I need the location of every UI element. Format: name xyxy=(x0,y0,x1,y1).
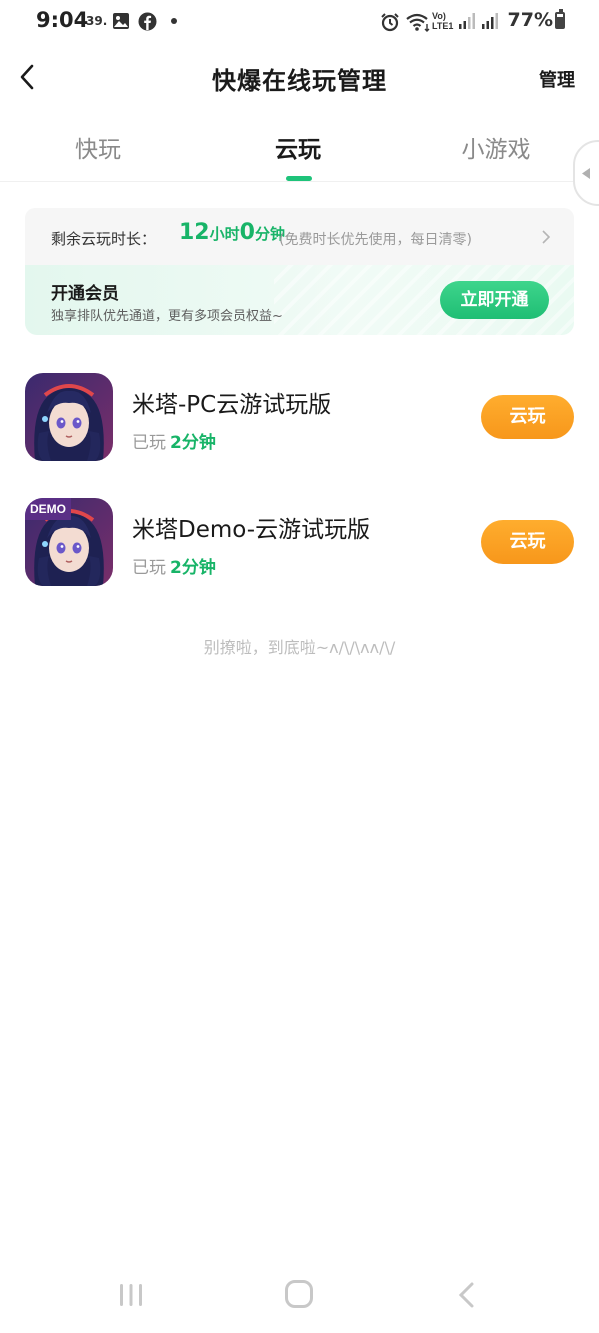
played-time: 已玩 2分钟 xyxy=(132,428,216,453)
active-tab-indicator xyxy=(286,176,312,181)
system-back-icon[interactable] xyxy=(456,1281,476,1309)
played-value: 2分钟 xyxy=(170,433,216,453)
wifi-icon xyxy=(406,13,430,32)
played-label: 已玩 xyxy=(132,558,166,578)
end-of-list-text: 别撩啦，到底啦~ʌ/\/\ʌʌ/\/ xyxy=(203,638,396,657)
played-time: 已玩 2分钟 xyxy=(132,553,216,578)
gallery-icon xyxy=(113,13,129,29)
battery-percent: 77% xyxy=(507,9,553,31)
game-name: 米塔-PC云游试玩版 xyxy=(132,392,332,418)
status-notif-count: 39. xyxy=(86,14,108,28)
app-header: 快爆在线玩管理 管理 xyxy=(0,44,599,110)
open-membership-button[interactable]: 立即开通 xyxy=(440,281,549,319)
battery-icon xyxy=(555,9,565,29)
game-name: 米塔Demo-云游试玩版 xyxy=(132,517,371,543)
floating-edge-handle[interactable] xyxy=(573,140,599,206)
game-icon-mita-pc xyxy=(25,373,113,461)
membership-description: 独享排队优先通道，更有多项会员权益~ xyxy=(51,309,283,324)
game-list-item[interactable]: 米塔-PC云游试玩版 已玩 2分钟 云玩 xyxy=(0,373,599,473)
alarm-icon xyxy=(381,13,399,32)
volte-icon: Vo) LTE1 xyxy=(432,11,454,31)
membership-card: 开通会员 独享排队优先通道，更有多项会员权益~ 立即开通 xyxy=(25,265,574,335)
remaining-time-value: 12小时0分钟 xyxy=(179,220,285,245)
signal-icon xyxy=(459,13,475,29)
page-title: 快爆在线玩管理 xyxy=(212,67,387,95)
remaining-time-label: 剩余云玩时长： xyxy=(51,230,157,248)
dot-icon xyxy=(171,18,177,24)
minutes-value: 0 xyxy=(239,220,255,245)
facebook-icon xyxy=(138,12,157,31)
remaining-time-note: (免费时长优先使用，每日清零) xyxy=(279,232,472,248)
cloud-play-button[interactable]: 云玩 xyxy=(481,520,574,564)
played-label: 已玩 xyxy=(132,433,166,453)
tab-quick-play[interactable]: 快玩 xyxy=(23,130,173,164)
tab-mini-games[interactable]: 小游戏 xyxy=(421,130,571,164)
status-time: 9:04 xyxy=(36,8,89,32)
status-bar: 9:04 39. Vo) LTE1 77% xyxy=(0,0,599,44)
tab-bar: 快玩 云玩 小游戏 xyxy=(0,118,599,182)
hours-value: 12 xyxy=(179,220,210,245)
remaining-time-card[interactable]: 剩余云玩时长： 12小时0分钟 (免费时长优先使用，每日清零) xyxy=(25,208,574,268)
tab-cloud-play[interactable]: 云玩 xyxy=(223,130,373,164)
membership-title: 开通会员 xyxy=(51,284,119,304)
system-nav-bar xyxy=(0,1268,599,1328)
chevron-right-icon xyxy=(542,230,551,244)
game-list-item[interactable]: DEMO 米塔Demo-云游试玩版 已玩 2分钟 云玩 xyxy=(0,498,599,598)
hours-unit: 小时 xyxy=(209,225,240,243)
manage-button[interactable]: 管理 xyxy=(539,66,575,92)
played-value: 2分钟 xyxy=(170,558,216,578)
recent-apps-icon[interactable] xyxy=(118,1282,144,1308)
home-icon[interactable] xyxy=(285,1280,313,1308)
demo-badge: DEMO xyxy=(25,498,71,520)
signal-icon-2 xyxy=(482,13,498,29)
cloud-play-button[interactable]: 云玩 xyxy=(481,395,574,439)
game-icon-mita-demo: DEMO xyxy=(25,498,113,586)
